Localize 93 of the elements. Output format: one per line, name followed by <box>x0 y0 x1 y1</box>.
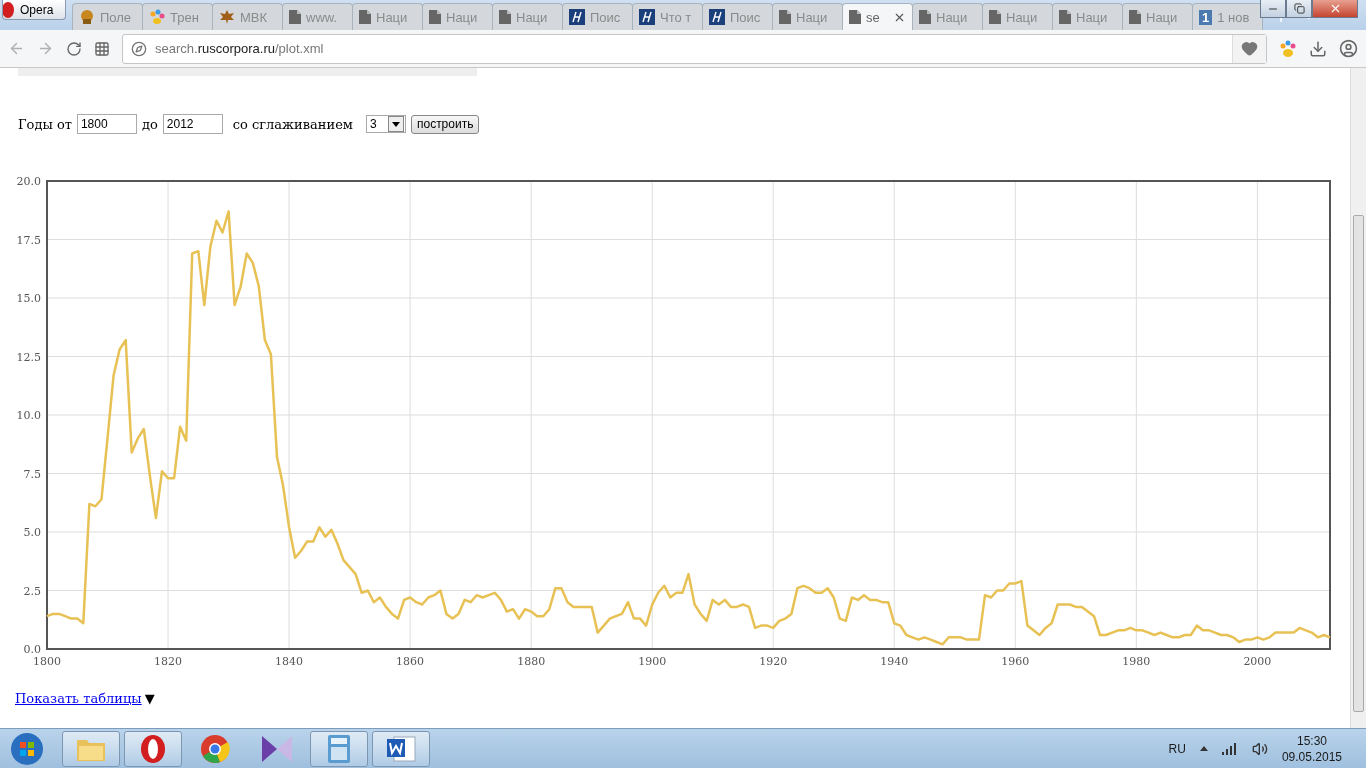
axis-label: 1800 <box>33 655 61 668</box>
opera-menu-button[interactable]: Opera <box>2 0 66 20</box>
caret-icon <box>391 121 400 127</box>
browser-tab[interactable]: Наци <box>772 3 843 30</box>
browser-tab[interactable]: Наци <box>912 3 983 30</box>
browser-tab[interactable]: Трен <box>142 3 213 30</box>
show-tables-link[interactable]: Показать таблицы <box>15 691 142 706</box>
page-icon <box>919 10 931 24</box>
axis-label: 1860 <box>396 655 425 668</box>
axis-label: 1900 <box>638 655 667 668</box>
smoothing-label: со сглаживанием <box>232 116 353 132</box>
browser-tab[interactable]: Что т <box>632 3 703 30</box>
browser-tab[interactable]: Наци <box>352 3 423 30</box>
volume-icon[interactable] <box>1251 740 1268 757</box>
site-info-icon[interactable] <box>131 40 147 57</box>
to-year-field[interactable]: 2012 <box>162 114 223 134</box>
restore-icon <box>1293 3 1305 14</box>
axis-label: 1840 <box>275 655 304 668</box>
browser-tab[interactable]: Наци <box>492 3 563 30</box>
browser-tab[interactable]: МВК <box>212 3 283 30</box>
paw-icon <box>149 9 165 25</box>
build-button[interactable]: построить <box>410 114 480 134</box>
show-hidden-icon[interactable] <box>1199 746 1208 751</box>
page-icon <box>779 10 791 24</box>
browser-tab[interactable]: www. <box>282 3 353 30</box>
bookmark-button[interactable] <box>1232 34 1266 63</box>
axis-label: 1980 <box>1122 655 1151 668</box>
browser-tab[interactable]: Наци <box>982 3 1053 30</box>
page-icon <box>289 10 301 24</box>
opera-icon <box>140 733 166 764</box>
reload-button[interactable] <box>66 40 82 57</box>
logo-icon <box>639 9 655 25</box>
page-icon <box>1059 10 1071 24</box>
browser-tab[interactable]: Поис <box>562 3 633 30</box>
axis-label: 2.5 <box>23 584 41 598</box>
axis-label: 7.5 <box>23 467 41 481</box>
browser-tab[interactable]: Поис <box>702 3 773 30</box>
clock[interactable]: 15:30 09.05.2015 <box>1281 733 1342 764</box>
taskbar-app-button[interactable] <box>310 730 368 767</box>
axis-label: 1920 <box>759 655 788 668</box>
language-indicator[interactable]: RU <box>1168 741 1186 756</box>
axis-label: 5.0 <box>23 526 41 539</box>
from-year-field[interactable]: 1800 <box>76 114 137 134</box>
address-field[interactable]: search.ruscorpora.ru/plot.xml <box>122 33 1267 64</box>
close-button[interactable] <box>1312 0 1358 18</box>
to-label: до <box>141 116 158 132</box>
logo-icon <box>3 0 17 19</box>
axis-label: 10.0 <box>16 409 41 422</box>
calculator-icon <box>328 734 350 763</box>
browser-tab[interactable]: 1 1 нов <box>1192 3 1263 30</box>
page-icon <box>359 10 371 24</box>
browser-tab[interactable]: Поле <box>72 3 143 30</box>
browser-tab[interactable]: se <box>842 3 913 30</box>
taskbar-app-button[interactable] <box>372 730 430 767</box>
taskbar-app-button[interactable] <box>124 730 182 767</box>
page-icon <box>429 10 441 24</box>
axis-label: 0.0 <box>23 643 41 656</box>
page-icon <box>989 10 1001 24</box>
download-button[interactable] <box>1309 39 1327 58</box>
logo-icon <box>569 9 585 25</box>
browser-tab[interactable]: Наци <box>1122 3 1193 30</box>
axis-label: 1960 <box>1001 655 1030 668</box>
axis-label: 1820 <box>154 655 183 668</box>
axis-label: 17.5 <box>16 233 41 247</box>
bowtie-icon <box>260 733 294 764</box>
axis-label: 1940 <box>880 655 909 668</box>
axis-label: 15.0 <box>16 292 41 305</box>
browser-tab[interactable]: Наци <box>422 3 493 30</box>
toggle-arrow[interactable]: ▼ <box>144 691 155 706</box>
axis-label: 2000 <box>1243 655 1272 668</box>
leaf-icon <box>219 9 235 25</box>
restore-button[interactable] <box>1286 0 1312 18</box>
profile-button[interactable] <box>1339 39 1358 58</box>
axis-label: 20.0 <box>16 175 41 188</box>
word-icon <box>386 734 416 763</box>
from-label: Годы от <box>18 116 72 132</box>
paw-icon[interactable] <box>1279 39 1297 58</box>
axis-label: 1880 <box>517 655 546 668</box>
signal-icon[interactable] <box>1221 742 1238 755</box>
number-badge: 1 <box>1199 9 1213 25</box>
smoothing-select[interactable]: 3 <box>365 115 406 133</box>
page-icon <box>849 10 861 24</box>
logo-icon <box>709 9 725 25</box>
axis-label: 12.5 <box>16 350 41 364</box>
speed-dial-button[interactable] <box>94 40 110 57</box>
browser-tab[interactable]: Наци <box>1052 3 1123 30</box>
page-icon <box>499 10 511 24</box>
minimize-button[interactable] <box>1260 0 1286 18</box>
heart-icon <box>1241 40 1258 57</box>
chrome-icon <box>200 733 230 764</box>
muffin-icon <box>79 9 95 25</box>
scrollbar[interactable] <box>1350 68 1366 728</box>
page-icon <box>1129 10 1141 24</box>
